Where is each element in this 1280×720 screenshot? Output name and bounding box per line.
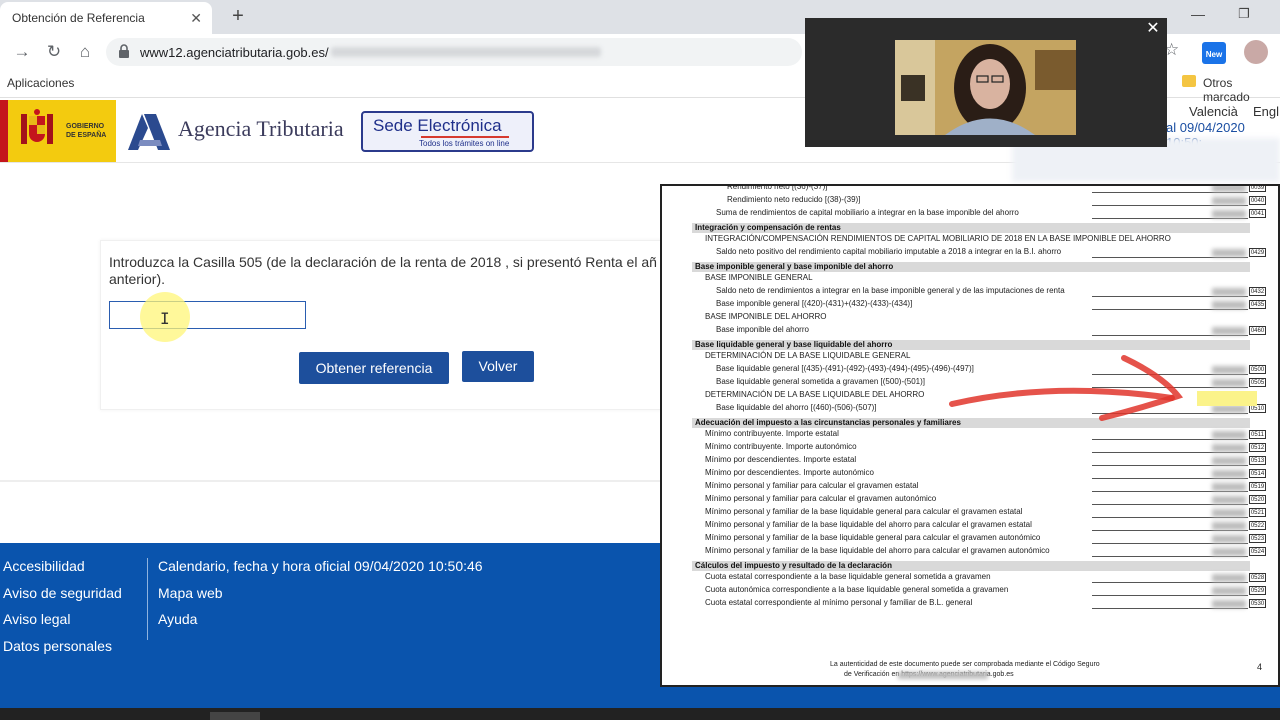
taskbar	[0, 708, 1280, 720]
footer-link-ayuda[interactable]: Ayuda	[158, 611, 197, 627]
footer-link-datos-personales[interactable]: Datos personales	[3, 638, 112, 654]
sede-underline	[421, 136, 509, 138]
new-tab-icon[interactable]: +	[226, 4, 250, 28]
close-tab-icon[interactable]: ✕	[190, 10, 202, 27]
gobierno-label: GOBIERNO DE ESPAÑA	[66, 123, 107, 139]
sede-electronica-logo[interactable]: Sede Electrónica Todos los trámites on l…	[361, 111, 534, 152]
extension-icon[interactable]: New	[1202, 42, 1226, 64]
footer-link-accesibilidad[interactable]: Accesibilidad	[3, 558, 85, 574]
footer-link-calendario[interactable]: Calendario, fecha y hora oficial 09/04/2…	[158, 558, 483, 574]
volver-button[interactable]: Volver	[462, 351, 534, 382]
tax-document-overlay: Rendimiento neto [(36)-(37)] 0039 Rendimie…	[660, 184, 1280, 687]
coat-of-arms-icon	[21, 109, 53, 144]
forward-icon[interactable]: →	[10, 40, 34, 64]
folder-icon	[1182, 75, 1196, 87]
agency-name[interactable]: Agencia Tributaria	[178, 116, 344, 142]
lock-icon	[119, 44, 129, 58]
avatar[interactable]	[1244, 40, 1268, 64]
address-bar[interactable]: www12.agenciatributaria.gob.es/	[106, 38, 802, 66]
browser-tab[interactable]: Obtención de Referencia ✕	[0, 2, 212, 34]
minimize-icon[interactable]: —	[1186, 6, 1210, 26]
close-video-icon[interactable]: ✕	[1144, 20, 1162, 38]
home-icon[interactable]: ⌂	[73, 40, 97, 64]
restore-icon[interactable]: ❐	[1232, 6, 1256, 26]
lang-link-english[interactable]: Engl	[1253, 104, 1279, 119]
reload-icon[interactable]: ↻	[42, 40, 66, 64]
text-cursor-icon: I	[160, 309, 170, 328]
footer-link-aviso-legal[interactable]: Aviso legal	[3, 611, 70, 627]
content-divider	[0, 480, 660, 482]
footer-link-aviso-seguridad[interactable]: Aviso de seguridad	[3, 585, 122, 601]
footer-separator	[147, 558, 148, 640]
document-footer-line1: La autenticidad de este documento puede …	[830, 661, 1100, 668]
sede-title: Sede Electrónica	[373, 116, 502, 135]
form-instruction: Introduzca la Casilla 505 (de la declara…	[109, 254, 657, 287]
gobierno-stripe	[0, 100, 8, 162]
red-arrow-annotation	[949, 355, 1184, 421]
url-text: www12.agenciatributaria.gob.es/	[140, 44, 329, 60]
verification-code-redacted	[898, 672, 988, 679]
url-redacted	[330, 47, 601, 57]
obtener-referencia-button[interactable]: Obtener referencia	[299, 352, 449, 384]
bookmark-apps[interactable]: Aplicaciones	[7, 76, 74, 90]
document-page-number: 4	[1257, 662, 1263, 672]
taskbar-item[interactable]	[210, 712, 260, 720]
lang-link-valencia[interactable]: Valencià	[1189, 104, 1238, 119]
webcam-person-image	[895, 40, 1076, 135]
agencia-logo-icon[interactable]	[126, 110, 172, 152]
bookmark-others[interactable]: Otros marcado	[1203, 76, 1280, 104]
footer-link-mapa-web[interactable]: Mapa web	[158, 585, 223, 601]
casilla-505-input[interactable]	[109, 301, 306, 329]
sede-subtitle: Todos los trámites on line	[419, 139, 510, 148]
tab-title: Obtención de Referencia	[12, 11, 145, 25]
webcam-frame	[895, 40, 1076, 135]
